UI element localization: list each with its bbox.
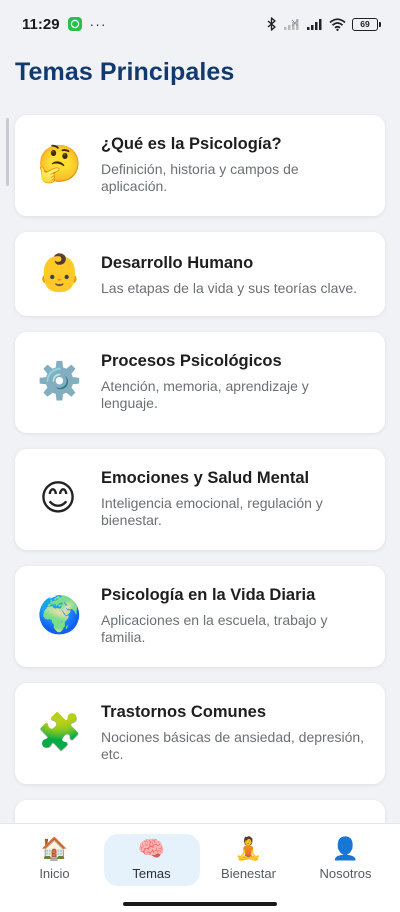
nav-item-bienestar[interactable]: 🧘 Bienestar — [201, 834, 297, 886]
topic-title: Trastornos Comunes — [101, 703, 267, 721]
nav-label: Bienestar — [221, 866, 276, 881]
more-dots-icon: ··· — [89, 16, 107, 32]
topic-text: Procesos Psicológicos Atención, memoria,… — [101, 352, 367, 412]
status-left: 11:29 ··· — [22, 16, 107, 33]
gear-icon: ⚙️ — [37, 361, 82, 402]
topic-card-emociones-salud-mental[interactable]: 😊 Emociones y Salud Mental Inteligencia … — [15, 449, 385, 550]
baby-icon: 👶 — [37, 253, 82, 294]
whatsapp-icon — [67, 17, 82, 31]
topic-card-que-es-psicologia[interactable]: 🤔 ¿Qué es la Psicología? Definición, his… — [15, 115, 385, 216]
status-time: 11:29 — [22, 15, 60, 33]
globe-icon: 🌍 — [37, 595, 82, 636]
topic-card-vida-diaria[interactable]: 🌍 Psicología en la Vida Diaria Aplicacio… — [15, 566, 385, 667]
topic-description: Aplicaciones en la escuela, trabajo y fa… — [101, 612, 328, 645]
nav-label: Inicio — [39, 866, 70, 881]
topic-text: Trastornos Comunes Nociones básicas de a… — [101, 703, 367, 763]
nav-item-inicio[interactable]: 🏠 Inicio — [7, 834, 103, 886]
topic-title: Psicología en la Vida Diaria — [101, 586, 316, 604]
topic-description: Atención, memoria, aprendizaje y lenguaj… — [101, 378, 309, 411]
topic-description: Definición, historia y campos de aplicac… — [101, 161, 299, 194]
puzzle-icon: 🧩 — [37, 712, 82, 753]
topic-text: Psicología en la Vida Diaria Aplicacione… — [101, 586, 367, 646]
wifi-icon — [329, 17, 346, 31]
bluetooth-icon — [267, 17, 276, 31]
topic-card-desarrollo-humano[interactable]: 👶 Desarrollo Humano Las etapas de la vid… — [15, 232, 385, 316]
signal-weak-icon — [284, 19, 299, 30]
topic-description: Las etapas de la vida y sus teorías clav… — [101, 280, 358, 296]
smiling-face-icon: 😊 — [39, 478, 77, 519]
signal-icon — [307, 19, 322, 30]
topic-description: Nociones básicas de ansiedad, depresión,… — [101, 729, 365, 762]
nav-label: Nosotros — [319, 866, 372, 881]
topic-text: Emociones y Salud Mental Inteligencia em… — [101, 469, 367, 529]
topic-title: Desarrollo Humano — [101, 254, 254, 272]
meditation-icon: 🧘 — [234, 836, 263, 861]
topic-title: Procesos Psicológicos — [101, 352, 282, 370]
topic-description: Inteligencia emocional, regulación y bie… — [101, 495, 323, 528]
nav-item-temas[interactable]: 🧠 Temas — [103, 833, 200, 886]
status-bar: 11:29 ··· 69 — [0, 0, 400, 48]
topic-title: ¿Qué es la Psicología? — [101, 135, 282, 153]
bottom-nav: 🏠 Inicio 🧠 Temas 🧘 Bienestar 👤 Nosotros — [0, 823, 400, 895]
nav-label: Temas — [132, 866, 171, 881]
topic-title: Emociones y Salud Mental — [101, 469, 310, 487]
nav-item-nosotros[interactable]: 👤 Nosotros — [298, 834, 394, 886]
user-icon: 👤 — [331, 836, 360, 861]
brain-icon: 🧠 — [137, 836, 166, 861]
thinking-face-icon: 🤔 — [37, 144, 82, 185]
status-right: 69 — [267, 17, 381, 31]
topic-card-procesos-psicologicos[interactable]: ⚙️ Procesos Psicológicos Atención, memor… — [15, 332, 385, 433]
topic-card-trastornos-comunes[interactable]: 🧩 Trastornos Comunes Nociones básicas de… — [15, 683, 385, 784]
topic-text: Desarrollo Humano Las etapas de la vida … — [101, 254, 367, 297]
home-gesture-bar[interactable] — [123, 902, 277, 906]
house-icon: 🏠 — [40, 836, 69, 861]
topic-text: ¿Qué es la Psicología? Definición, histo… — [101, 135, 367, 195]
scrollbar[interactable] — [6, 118, 9, 186]
page-title: Temas Principales — [15, 58, 235, 86]
battery-indicator: 69 — [352, 17, 381, 31]
